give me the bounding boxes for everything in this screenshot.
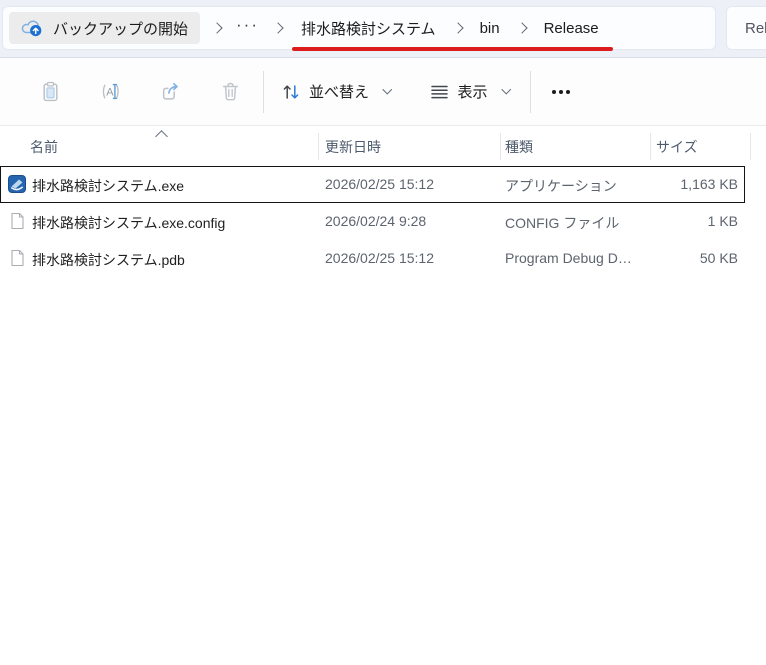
file-row[interactable]: 排水路検討システム.exe.config 2026/02/24 9:28 CON… <box>0 203 745 240</box>
navigation-bar: バックアップの開始 ··· 排水路検討システム bin Release Rel <box>0 0 766 58</box>
file-name: 排水路検討システム.exe.config <box>32 213 225 233</box>
trash-icon <box>220 81 241 102</box>
column-divider[interactable] <box>650 133 651 160</box>
file-row[interactable]: 排水路検討システム.pdb 2026/02/25 15:12 Program D… <box>0 240 745 277</box>
annotation-red-underline <box>292 47 613 51</box>
breadcrumb-item-release[interactable]: Release <box>538 18 605 39</box>
column-divider[interactable] <box>500 133 501 160</box>
toolbar-divider <box>530 71 531 113</box>
column-header-row: 名前 更新日時 種類 サイズ <box>0 126 766 166</box>
more-options-button[interactable] <box>539 73 583 111</box>
file-list: 排水路検討システム.exe 2026/02/25 15:12 アプリケーション … <box>0 166 766 277</box>
more-ellipsis-icon <box>549 82 573 102</box>
sort-ascending-caret-icon <box>157 128 166 144</box>
file-row[interactable]: 排水路検討システム.exe 2026/02/25 15:12 アプリケーション … <box>0 166 745 203</box>
file-size: 50 KB <box>650 250 738 266</box>
rename-icon: A <box>100 81 121 102</box>
file-modified: 2026/02/25 15:12 <box>325 250 434 266</box>
view-lines-icon <box>429 82 450 102</box>
file-size: 1,163 KB <box>650 176 738 192</box>
breadcrumb-item-bin[interactable]: bin <box>474 18 506 39</box>
sort-button-label: 並べ替え <box>309 81 369 102</box>
breadcrumb-path: 排水路検討システム bin Release <box>295 16 605 41</box>
file-explorer-window: バックアップの開始 ··· 排水路検討システム bin Release Rel <box>0 0 766 665</box>
breadcrumb-backup-button[interactable]: バックアップの開始 <box>9 12 200 44</box>
column-divider[interactable] <box>750 133 751 160</box>
sort-arrows-icon <box>281 82 301 102</box>
chevron-down-icon <box>501 85 510 94</box>
chevron-right-icon <box>516 22 527 33</box>
rename-button[interactable]: A <box>90 73 130 111</box>
toolbar-divider <box>263 71 264 113</box>
file-name: 排水路検討システム.exe <box>32 176 184 196</box>
breadcrumb-overflow-button[interactable]: ··· <box>234 15 261 41</box>
file-type: CONFIG ファイル <box>505 213 619 233</box>
chevron-right-icon <box>272 22 283 33</box>
address-bar[interactable]: バックアップの開始 ··· 排水路検討システム bin Release <box>2 6 716 50</box>
chevron-down-icon <box>383 85 392 94</box>
file-modified: 2026/02/24 9:28 <box>325 213 426 229</box>
column-header-type[interactable]: 種類 <box>505 137 533 157</box>
document-file-icon <box>8 249 26 267</box>
document-file-icon <box>8 212 26 230</box>
paste-icon <box>40 81 61 102</box>
application-file-icon <box>8 175 26 193</box>
view-button[interactable]: 表示 <box>421 73 518 111</box>
sort-button[interactable]: 並べ替え <box>273 73 399 111</box>
column-header-name[interactable]: 名前 <box>30 137 58 157</box>
search-box-text: Rel <box>745 20 766 37</box>
file-size: 1 KB <box>650 213 738 229</box>
command-toolbar: A 並べ替え <box>0 58 766 126</box>
breadcrumb-item-folder[interactable]: 排水路検討システム <box>295 16 442 41</box>
onedrive-backup-cloud-icon <box>21 19 44 37</box>
column-header-modified[interactable]: 更新日時 <box>325 137 381 157</box>
breadcrumb-backup-label: バックアップの開始 <box>53 18 188 39</box>
delete-button[interactable] <box>210 73 250 111</box>
search-box[interactable]: Rel <box>726 6 766 50</box>
file-type: Program Debug D… <box>505 250 632 266</box>
column-divider[interactable] <box>318 133 319 160</box>
file-modified: 2026/02/25 15:12 <box>325 176 434 192</box>
share-button[interactable] <box>150 73 190 111</box>
chevron-right-icon <box>211 22 222 33</box>
view-button-label: 表示 <box>458 81 488 102</box>
share-icon <box>160 81 181 102</box>
file-type: アプリケーション <box>505 176 617 196</box>
chevron-right-icon <box>452 22 463 33</box>
file-name: 排水路検討システム.pdb <box>32 250 185 270</box>
paste-button[interactable] <box>30 73 70 111</box>
svg-text:A: A <box>106 87 114 99</box>
column-header-size[interactable]: サイズ <box>656 137 698 157</box>
